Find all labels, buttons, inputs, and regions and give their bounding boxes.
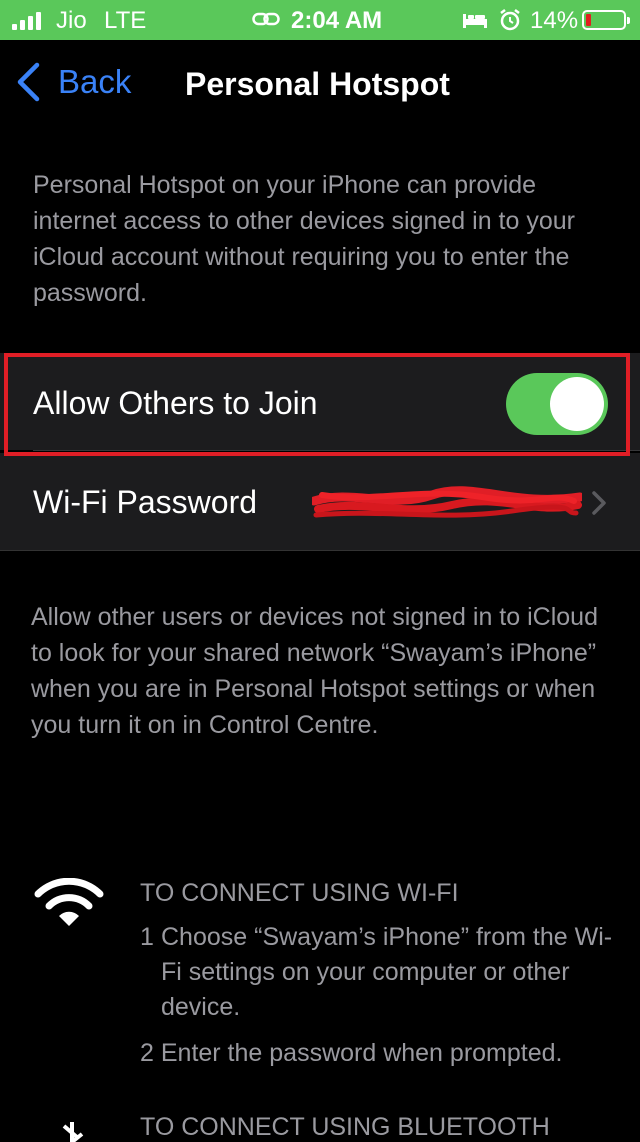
battery-percentage: 14%	[530, 7, 579, 34]
step-number: 1	[140, 923, 154, 951]
wifi-step-1: 1 Choose “Swayam’s iPhone” from the Wi-F…	[140, 920, 620, 1025]
allow-others-description: Allow other users or devices not signed …	[31, 603, 598, 739]
alarm-icon	[498, 8, 522, 32]
bed-icon	[462, 10, 488, 30]
wifi-password-label: Wi-Fi Password	[33, 484, 258, 520]
step-text: Choose “Swayam’s iPhone” from the Wi-Fi …	[161, 923, 613, 1021]
redacted-password-scribble	[312, 486, 582, 518]
step-number: 2	[140, 1039, 154, 1067]
back-button[interactable]: Back	[16, 62, 131, 102]
intro-description: Personal Hotspot on your iPhone can prov…	[33, 171, 575, 307]
step-text: Enter the password when prompted.	[160, 1039, 563, 1067]
status-bar: Jio LTE 2:04 AM 14%	[0, 0, 640, 40]
bluetooth-instructions-title: TO CONNECT USING BLUETOOTH	[140, 1113, 550, 1141]
wifi-step-2: 2 Enter the password when prompted.	[140, 1036, 620, 1071]
wifi-instructions-title: TO CONNECT USING WI-FI	[140, 879, 459, 907]
page-title: Personal Hotspot	[185, 66, 450, 102]
hotspot-link-icon	[252, 9, 280, 29]
status-time: 2:04 AM	[291, 7, 383, 34]
wifi-icon	[34, 878, 104, 926]
network-type: LTE	[104, 7, 147, 34]
battery-icon	[582, 10, 630, 30]
bluetooth-icon	[62, 1122, 84, 1142]
chevron-left-icon	[17, 62, 40, 102]
signal-strength-icon	[12, 12, 41, 30]
highlight-annotation	[4, 353, 630, 456]
wifi-password-row[interactable]: Wi-Fi Password	[0, 453, 640, 551]
chevron-right-icon	[592, 491, 606, 515]
carrier-name: Jio	[56, 7, 87, 34]
navigation-bar: Back Personal Hotspot	[0, 40, 640, 128]
back-label: Back	[58, 63, 132, 100]
